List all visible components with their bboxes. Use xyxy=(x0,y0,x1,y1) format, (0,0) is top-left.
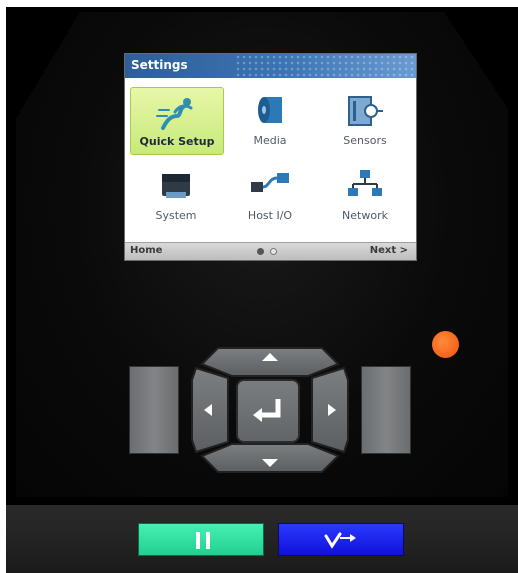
tile-label: System xyxy=(155,209,197,222)
tile-sensors[interactable]: Sensors xyxy=(319,87,411,153)
right-softkey-button[interactable] xyxy=(361,366,411,454)
feed-icon xyxy=(324,532,356,549)
tile-label: Media xyxy=(253,134,287,147)
media-roll-icon xyxy=(258,97,282,123)
tile-media[interactable]: Media xyxy=(224,87,316,153)
status-led xyxy=(432,331,459,358)
page-indicator-next xyxy=(270,248,277,255)
tile-label: Sensors xyxy=(343,134,387,147)
left-softkey-button[interactable] xyxy=(129,366,179,454)
tile-host-io[interactable]: Host I/O xyxy=(224,162,316,228)
pause-button[interactable] xyxy=(138,523,264,556)
page-indicator-current xyxy=(257,248,264,255)
quick-setup-icon xyxy=(156,98,193,130)
printer-icon xyxy=(162,174,190,198)
ok-button[interactable] xyxy=(236,379,300,443)
tile-quick-setup[interactable]: Quick Setup xyxy=(130,87,224,155)
feed-button[interactable] xyxy=(278,523,404,556)
tile-label: Quick Setup xyxy=(139,135,215,148)
screen-header: Settings xyxy=(125,54,416,78)
up-button[interactable] xyxy=(200,347,340,377)
home-softkey[interactable]: Home xyxy=(130,245,162,256)
tile-system[interactable]: System xyxy=(130,162,222,228)
lcd-screen: Settings Quick Setup Media Sensors Syste… xyxy=(124,53,417,261)
down-button[interactable] xyxy=(200,443,340,473)
tile-network[interactable]: Network xyxy=(319,162,411,228)
pause-icon xyxy=(196,532,210,549)
sensors-icon xyxy=(348,96,383,126)
screen-title: Settings xyxy=(131,58,188,72)
tile-label: Network xyxy=(342,209,388,222)
tile-label: Host I/O xyxy=(247,209,293,222)
network-icon xyxy=(348,170,382,196)
screen-footer: Home Next > xyxy=(125,242,416,260)
enter-icon xyxy=(253,399,281,422)
next-softkey[interactable]: Next > xyxy=(370,245,408,256)
host-io-cable-icon xyxy=(251,173,289,192)
